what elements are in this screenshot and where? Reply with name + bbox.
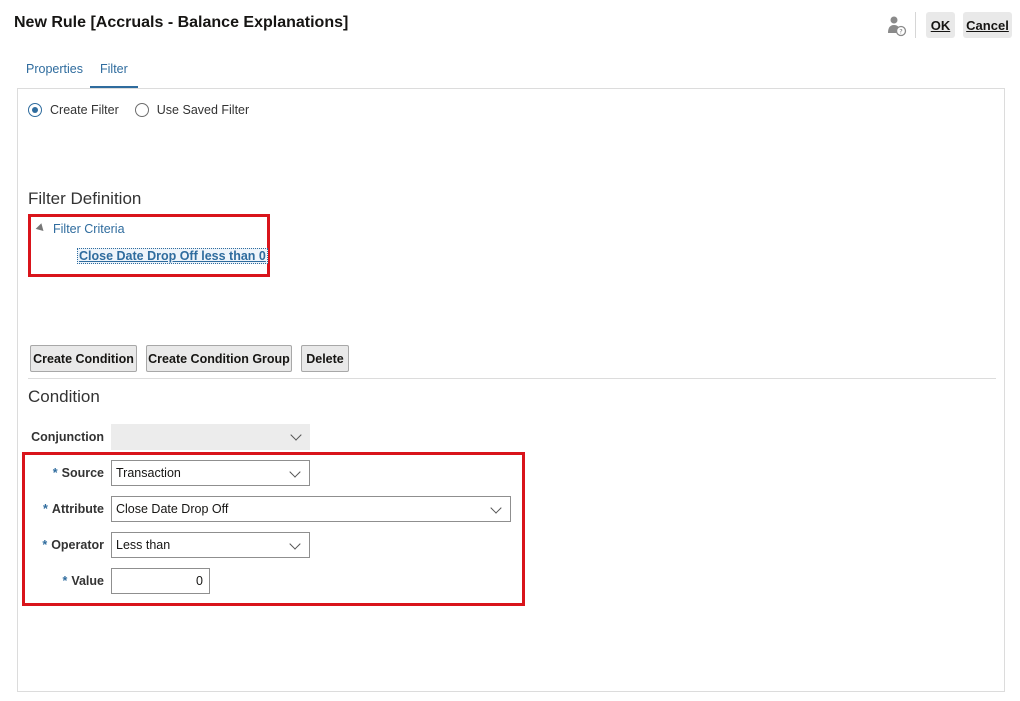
header-divider: [915, 12, 916, 38]
required-marker: *: [42, 538, 48, 552]
source-select[interactable]: Transaction: [111, 460, 310, 486]
use-saved-filter-radio[interactable]: [134, 103, 149, 117]
required-marker: *: [52, 466, 58, 480]
chevron-down-icon: [289, 466, 301, 478]
operator-select[interactable]: Less than: [111, 532, 310, 558]
required-marker: *: [43, 502, 48, 516]
tab-filter[interactable]: Filter: [90, 56, 138, 88]
section-divider: [28, 378, 996, 379]
attribute-select[interactable]: Close Date Drop Off: [111, 496, 511, 522]
source-label: * Source: [28, 466, 104, 480]
required-marker: *: [62, 574, 68, 588]
chevron-down-icon: [490, 502, 502, 514]
source-value: Transaction: [116, 466, 181, 480]
filter-definition-heading: Filter Definition: [28, 189, 142, 208]
create-filter-radio[interactable]: [28, 103, 42, 117]
cancel-button[interactable]: Cancel: [963, 12, 1012, 38]
criteria-item[interactable]: Close Date Drop Off less than 0: [77, 248, 268, 264]
filter-criteria-node[interactable]: Filter Criteria: [53, 222, 125, 236]
value-input[interactable]: 0: [111, 568, 210, 594]
value-label: * Value: [28, 574, 104, 588]
create-condition-group-button[interactable]: Create Condition Group: [146, 345, 292, 372]
create-condition-button[interactable]: Create Condition: [30, 345, 137, 372]
ok-button-label: OK: [930, 17, 951, 33]
conjunction-select: [111, 424, 310, 450]
delete-button[interactable]: Delete: [301, 345, 349, 372]
operator-label-text: Operator: [51, 538, 104, 552]
operator-label: * Operator: [28, 538, 104, 552]
chevron-down-icon: [290, 429, 302, 441]
source-label-text: Source: [61, 466, 104, 480]
attribute-label: * Attribute: [28, 502, 104, 516]
filter-mode-group: Create Filter Use Saved Filter: [28, 103, 249, 117]
page-title: New Rule [Accruals - Balance Explanation…: [14, 14, 349, 31]
use-saved-filter-label: Use Saved Filter: [156, 103, 250, 117]
cancel-button-label: Cancel: [966, 17, 1009, 33]
ok-button[interactable]: OK: [926, 12, 955, 38]
tab-properties[interactable]: Properties: [16, 56, 93, 86]
attribute-value: Close Date Drop Off: [116, 502, 229, 516]
create-filter-label: Create Filter: [50, 103, 119, 117]
conjunction-label: Conjunction: [31, 430, 104, 444]
attribute-label-text: Attribute: [51, 502, 104, 516]
user-help-icon[interactable]: ?: [887, 15, 907, 37]
value-label-text: Value: [71, 574, 104, 588]
chevron-down-icon: [289, 538, 301, 550]
condition-heading: Condition: [28, 387, 100, 406]
svg-text:?: ?: [899, 28, 902, 36]
operator-value: Less than: [116, 538, 171, 552]
